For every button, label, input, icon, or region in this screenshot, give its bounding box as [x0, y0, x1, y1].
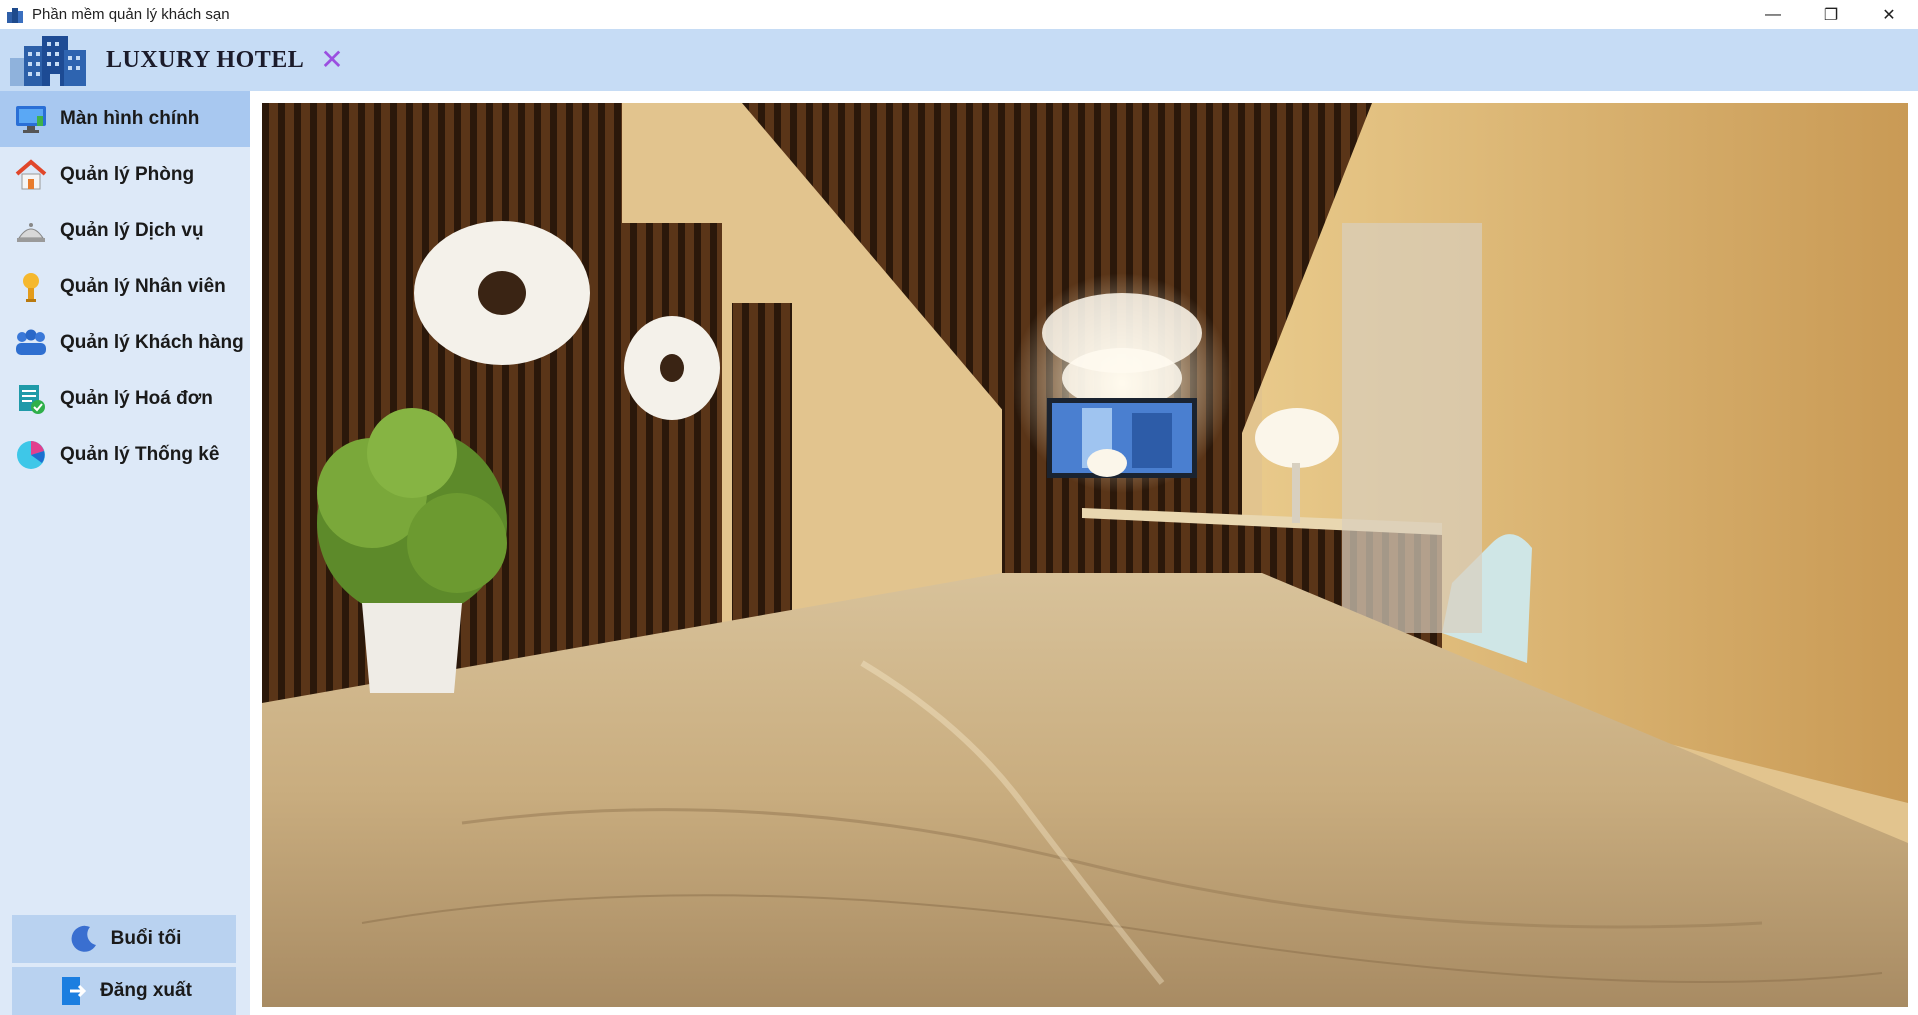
close-icon[interactable]: ✕ [320, 46, 343, 74]
sidebar-item-label: Quản lý Hoá đơn [60, 388, 213, 409]
sidebar-item-label: Quản lý Nhân viên [60, 276, 226, 297]
close-window-button[interactable]: ✕ [1860, 0, 1918, 29]
sidebar-item-label: Màn hình chính [60, 108, 200, 129]
staff-icon [14, 270, 48, 304]
moon-icon [67, 922, 101, 956]
sidebar-item-customers[interactable]: Quản lý Khách hàng [0, 315, 250, 371]
sidebar-item-label: Quản lý Phòng [60, 164, 195, 185]
sidebar-item-staff[interactable]: Quản lý Nhân viên [0, 259, 250, 315]
sidebar-item-invoices[interactable]: Quản lý Hoá đơn [0, 371, 250, 427]
night-mode-label: Buổi tối [110, 928, 182, 949]
main-content [250, 91, 1918, 1015]
window-title: Phần mềm quản lý khách sạn [32, 6, 230, 23]
sidebar-item-statistics[interactable]: Quản lý Thống kê [0, 427, 250, 483]
invoice-icon [14, 382, 48, 416]
sidebar: Màn hình chính Quản lý Phòng Quản lý Dịc… [0, 91, 250, 1015]
night-mode-button[interactable]: Buổi tối [12, 915, 236, 963]
sidebar-item-rooms[interactable]: Quản lý Phòng [0, 147, 250, 203]
sidebar-item-label: Quản lý Thống kê [60, 444, 220, 465]
restore-button[interactable]: ❐ [1802, 0, 1860, 29]
window-titlebar: Phần mềm quản lý khách sạn — ❐ ✕ [0, 0, 1918, 29]
monitor-icon [14, 102, 48, 136]
sidebar-item-services[interactable]: Quản lý Dịch vụ [0, 203, 250, 259]
sidebar-item-label: Quản lý Khách hàng [60, 332, 244, 353]
hotel-lobby-image [262, 103, 1908, 1007]
minimize-button[interactable]: — [1744, 0, 1802, 29]
logout-button[interactable]: Đăng xuất [12, 967, 236, 1015]
house-icon [14, 158, 48, 192]
logout-label: Đăng xuất [100, 980, 192, 1001]
hotel-logo [10, 36, 86, 86]
customers-icon [14, 326, 48, 360]
app-header: LUXURY HOTEL ✕ [0, 29, 1918, 91]
window-controls: — ❐ ✕ [1744, 0, 1918, 29]
brand-title: LUXURY HOTEL [106, 46, 305, 73]
hotel-app-icon [7, 7, 23, 23]
pie-chart-icon [14, 438, 48, 472]
service-bell-icon [14, 214, 48, 248]
logout-icon [56, 974, 90, 1008]
sidebar-item-home[interactable]: Màn hình chính [0, 91, 250, 147]
sidebar-item-label: Quản lý Dịch vụ [60, 220, 204, 241]
